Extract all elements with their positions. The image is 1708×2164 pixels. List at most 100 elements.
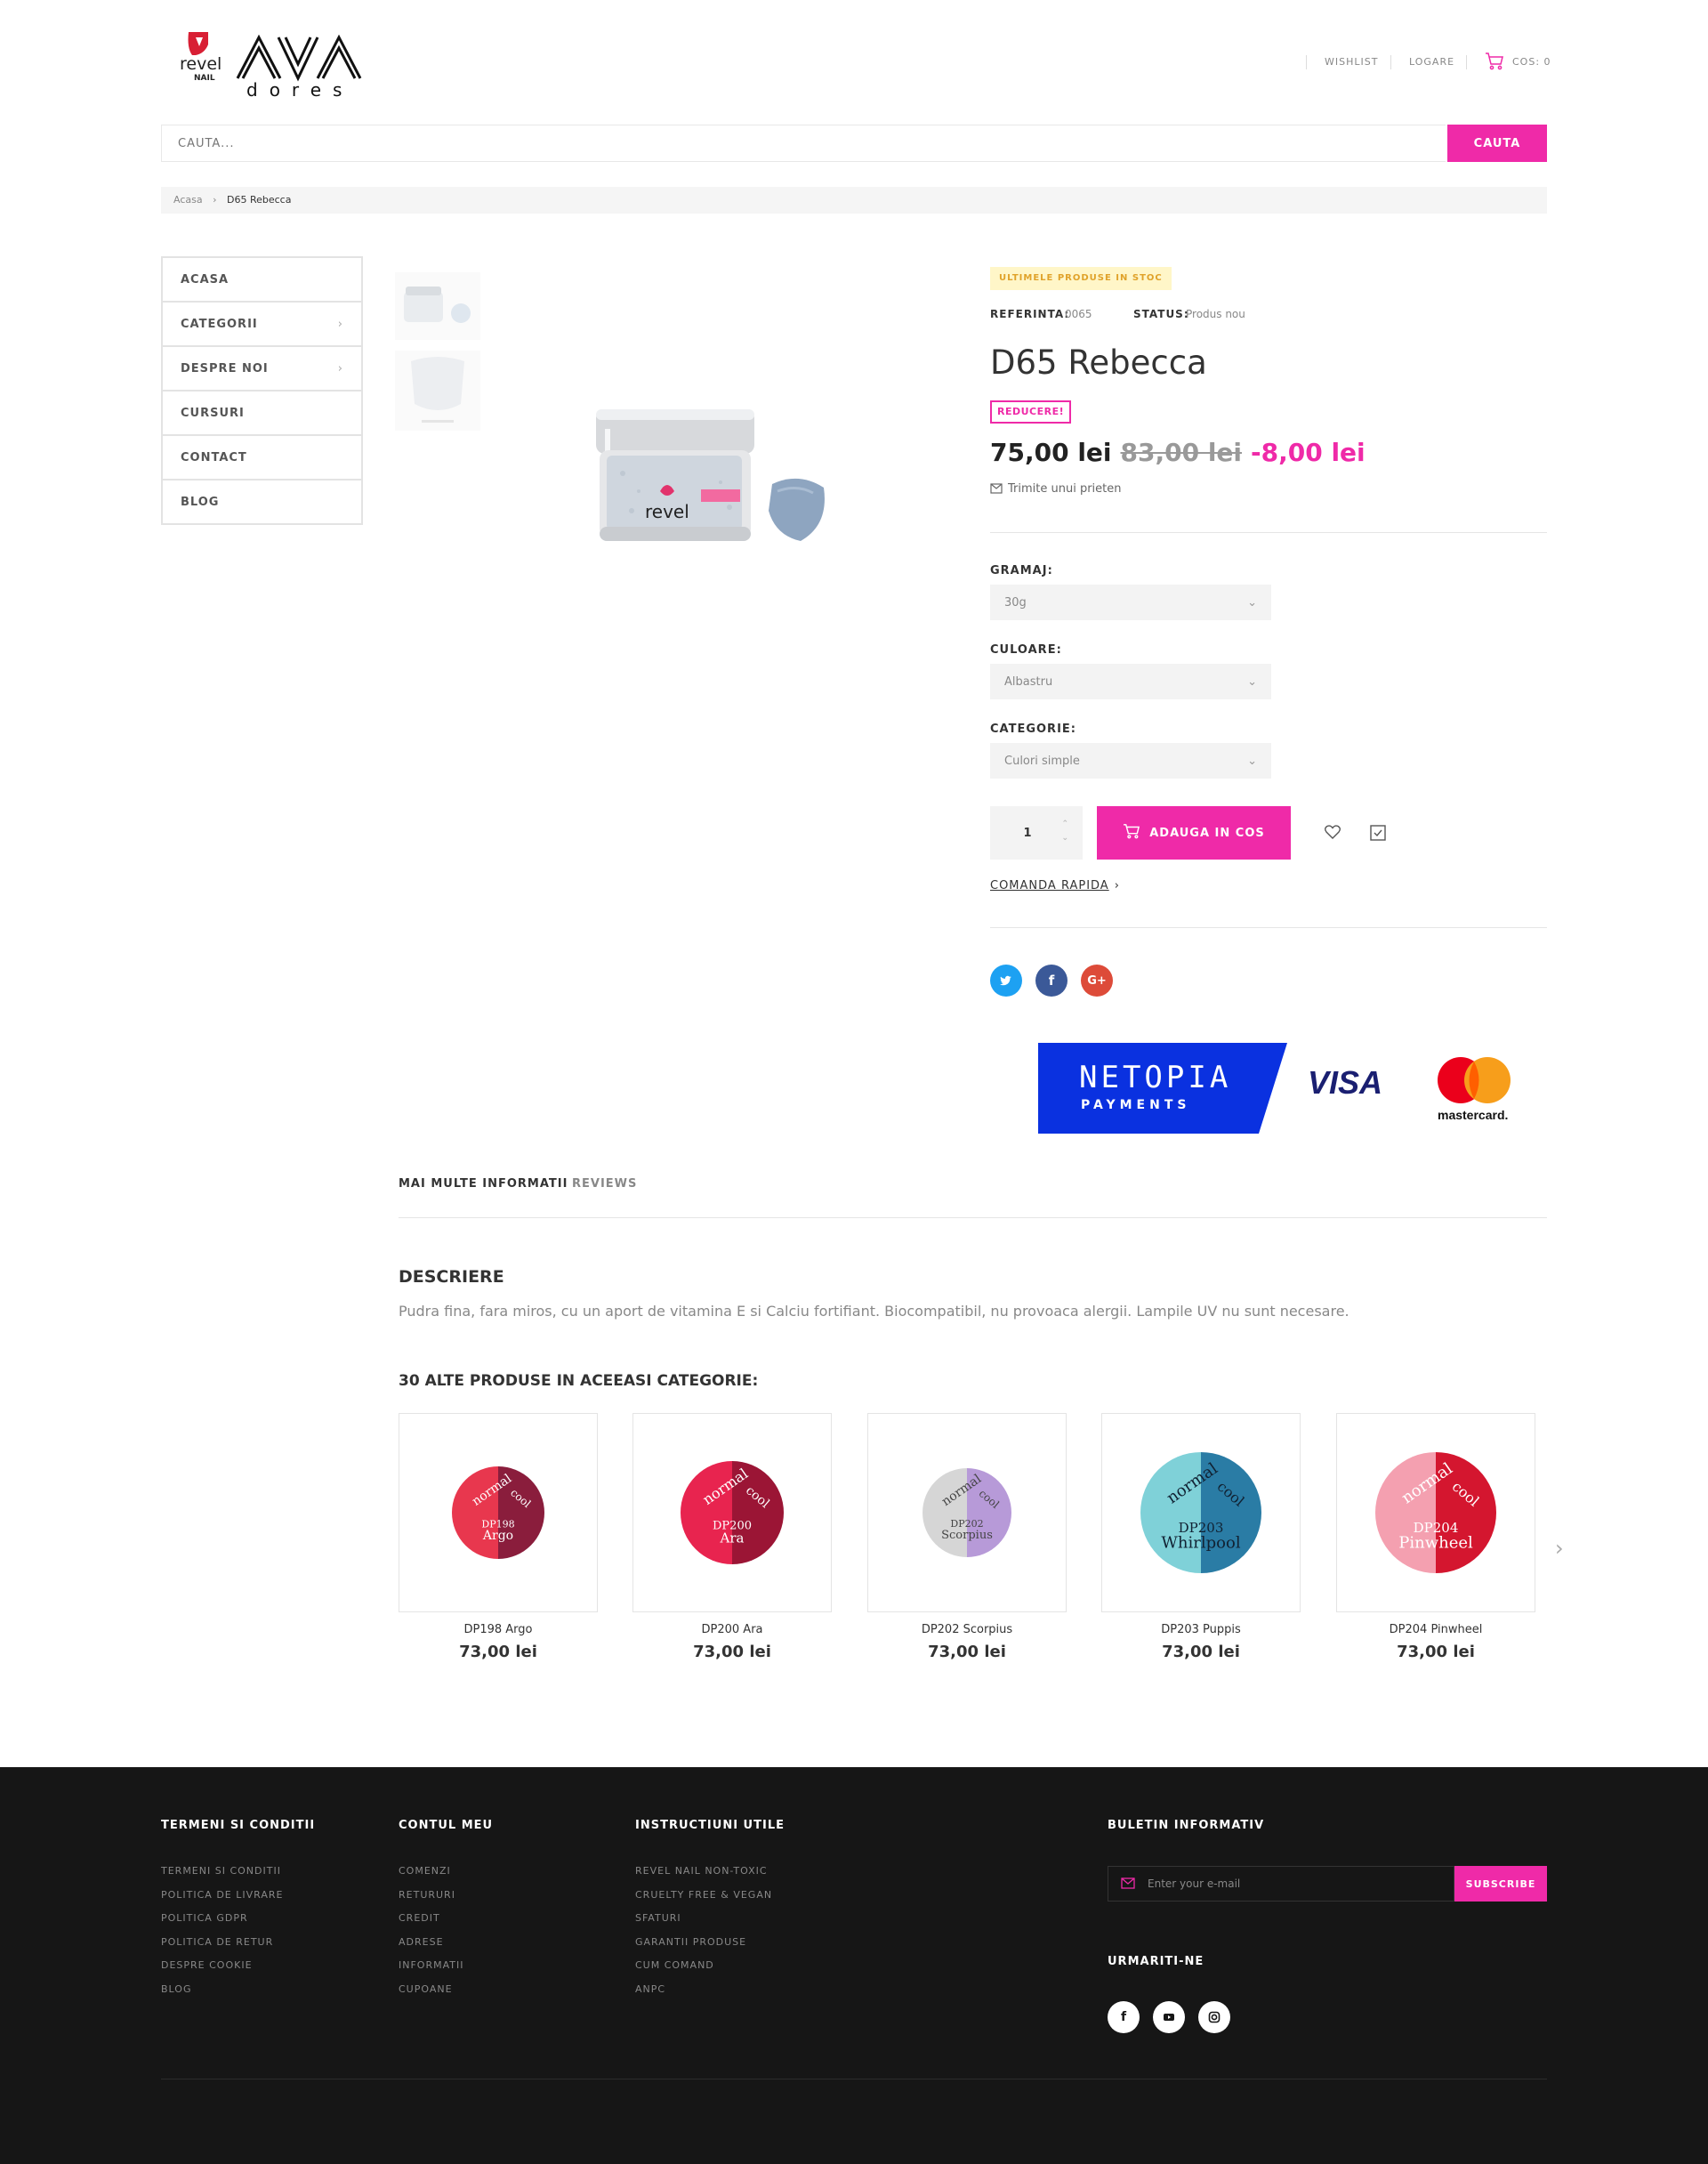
related-product-name[interactable]: DP204 Pinwheel xyxy=(1336,1623,1535,1636)
sidebar-menu: ACASA CATEGORII › DESPRE NOI › CURSURI CON… xyxy=(161,256,363,525)
decrement-icon[interactable]: ⌄ xyxy=(1061,831,1068,845)
twitter-share-icon[interactable] xyxy=(990,965,1022,997)
footer-link-instructions[interactable]: CUM COMAND xyxy=(635,1959,714,1971)
subscribe-button[interactable]: SUBSCRIBE xyxy=(1454,1866,1547,1902)
divider xyxy=(399,1217,1547,1218)
chevron-down-icon: ⌄ xyxy=(1247,595,1257,610)
footer-link-account[interactable]: INFORMATII xyxy=(399,1959,463,1971)
footer-link-terms[interactable]: BLOG xyxy=(161,1983,191,1995)
google-plus-share-icon[interactable]: G+ xyxy=(1081,965,1113,997)
categorie-select[interactable]: Culori simple ⌄ xyxy=(990,743,1271,779)
footer-link-terms[interactable]: POLITICA DE RETUR xyxy=(161,1936,273,1948)
sidebar-item-blog[interactable]: BLOG xyxy=(162,480,362,524)
footer-link-instructions[interactable]: GARANTII PRODUSE xyxy=(635,1936,746,1948)
current-price: 75,00 lei xyxy=(990,438,1112,467)
related-product-name[interactable]: DP202 Scorpius xyxy=(867,1623,1067,1636)
footer-link-account[interactable]: RETURURI xyxy=(399,1889,455,1901)
related-product-price: 73,00 lei xyxy=(693,1643,771,1661)
related-product-card[interactable]: normal cool DP202 Scorpius xyxy=(867,1413,1067,1612)
footer-link-account[interactable]: COMENZI xyxy=(399,1865,451,1877)
sidebar-item-acasa[interactable]: ACASA xyxy=(162,257,362,302)
mastercard-text: mastercard. xyxy=(1438,1108,1508,1122)
ava-logo-sub: dores xyxy=(246,79,353,98)
sidebar-item-categorii[interactable]: CATEGORII › xyxy=(162,302,362,346)
cart-icon xyxy=(1123,823,1140,843)
product-thumbnail-1[interactable] xyxy=(395,272,480,340)
stepper-arrows: ⌃ ⌄ xyxy=(1061,817,1068,845)
footer-link-account[interactable]: ADRESE xyxy=(399,1936,444,1948)
search-button[interactable]: CAUTA xyxy=(1447,125,1547,162)
cart-link[interactable]: COS: 0 xyxy=(1512,56,1551,68)
netopia-text: NETOPIA xyxy=(1079,1060,1231,1095)
color-swatch-image: normalcoolDP203Whirlpool xyxy=(1140,1452,1261,1573)
quick-order-link[interactable]: COMANDA RAPIDA › xyxy=(990,879,1120,892)
related-product-name[interactable]: DP198 Argo xyxy=(399,1623,598,1636)
color-swatch-image: normalcoolDP198Argo xyxy=(452,1466,544,1559)
breadcrumb-home[interactable]: Acasa xyxy=(173,194,203,206)
discount-amount: -8,00 lei xyxy=(1251,438,1366,467)
related-product-card[interactable]: normal cool DP203 Whirlpool xyxy=(1101,1413,1301,1612)
sidebar-item-label: CONTACT xyxy=(181,450,247,464)
gramaj-select[interactable]: 30g ⌄ xyxy=(990,585,1271,620)
related-product-name[interactable]: DP200 Ara xyxy=(632,1623,832,1636)
sidebar-item-despre-noi[interactable]: DESPRE NOI › xyxy=(162,346,362,391)
related-product-card[interactable]: normal cool DP200 Ara xyxy=(632,1413,832,1612)
quantity-stepper[interactable]: 1 ⌃ ⌄ xyxy=(990,806,1083,860)
add-to-cart-button[interactable]: ADAUGA IN COS xyxy=(1097,806,1291,860)
increment-icon[interactable]: ⌃ xyxy=(1061,817,1068,831)
facebook-icon[interactable]: f xyxy=(1108,2001,1140,2033)
swatch-code-label: Whirlpool xyxy=(1161,1533,1240,1552)
login-link[interactable]: LOGARE xyxy=(1409,56,1454,68)
related-product-card[interactable]: normal cool DP198 Argo xyxy=(399,1413,598,1612)
netopia-payments-logo: NETOPIA PAYMENTS xyxy=(1038,1043,1287,1137)
related-product-card[interactable]: normal cool DP204 Pinwheel xyxy=(1336,1413,1535,1612)
footer-link-terms[interactable]: TERMENI SI CONDITII xyxy=(161,1865,281,1877)
related-product-price: 73,00 lei xyxy=(928,1643,1006,1661)
chevron-right-icon: › xyxy=(1114,879,1120,892)
compare-icon[interactable] xyxy=(1370,825,1386,844)
newsletter-email-input[interactable]: Enter your e-mail xyxy=(1108,1866,1454,1902)
related-products-heading: 30 ALTE PRODUSE IN ACEEASI CATEGORIE: xyxy=(399,1372,759,1390)
sidebar-item-contact[interactable]: CONTACT xyxy=(162,435,362,480)
send-to-friend-label: Trimite unui prieten xyxy=(1008,482,1122,496)
facebook-share-icon[interactable]: f xyxy=(1035,965,1068,997)
swatch-normal-half xyxy=(1140,1452,1201,1573)
swatch-normal-half xyxy=(1375,1452,1436,1573)
sidebar-item-label: ACASA xyxy=(181,272,230,287)
send-to-friend-link[interactable]: Trimite unui prieten xyxy=(990,482,1122,497)
product-main-image[interactable]: revel xyxy=(587,402,854,584)
footer-link-terms[interactable]: DESPRE COOKIE xyxy=(161,1959,253,1971)
divider xyxy=(1466,55,1467,69)
footer-link-account[interactable]: CUPOANE xyxy=(399,1983,453,1995)
instagram-icon[interactable] xyxy=(1198,2001,1230,2033)
related-product-price: 73,00 lei xyxy=(1397,1643,1475,1661)
chevron-down-icon: ⌄ xyxy=(1247,754,1257,768)
cart-icon[interactable] xyxy=(1485,52,1504,75)
footer-title-account: CONTUL MEU xyxy=(399,1819,494,1832)
footer-link-terms[interactable]: POLITICA DE LIVRARE xyxy=(161,1889,283,1901)
swatch-code-label: Scorpius xyxy=(941,1529,993,1542)
tab-more-info[interactable]: MAI MULTE INFORMATII xyxy=(399,1177,568,1191)
chevron-right-icon: › xyxy=(337,317,343,331)
wishlist-link[interactable]: WISHLIST xyxy=(1325,56,1378,68)
sidebar-item-cursuri[interactable]: CURSURI xyxy=(162,391,362,435)
footer-link-instructions[interactable]: SFATURI xyxy=(635,1912,681,1924)
product-thumbnail-2[interactable] xyxy=(395,351,480,431)
search-input[interactable] xyxy=(161,125,1446,162)
culoare-select[interactable]: Albastru ⌄ xyxy=(990,664,1271,699)
footer-link-terms[interactable]: POLITICA GDPR xyxy=(161,1912,248,1924)
footer-link-instructions[interactable]: ANPC xyxy=(635,1983,665,1995)
footer-link-account[interactable]: CREDIT xyxy=(399,1912,440,1924)
chevron-down-icon: ⌄ xyxy=(1247,674,1257,689)
footer-link-instructions[interactable]: CRUELTY FREE & VEGAN xyxy=(635,1889,772,1901)
footer-link-instructions[interactable]: REVEL NAIL NON-TOXIC xyxy=(635,1865,768,1877)
revel-nail-logo[interactable]: revel NAIL xyxy=(180,28,222,83)
divider xyxy=(1390,55,1391,69)
netopia-sub-text: PAYMENTS xyxy=(1081,1098,1190,1112)
ava-dores-logo[interactable]: dores xyxy=(236,32,362,101)
heart-icon[interactable] xyxy=(1325,825,1341,843)
youtube-icon[interactable] xyxy=(1153,2001,1185,2033)
tab-reviews[interactable]: REVIEWS xyxy=(572,1177,637,1191)
related-product-name[interactable]: DP203 Puppis xyxy=(1101,1623,1301,1636)
chevron-right-icon[interactable]: › xyxy=(1555,1536,1564,1561)
